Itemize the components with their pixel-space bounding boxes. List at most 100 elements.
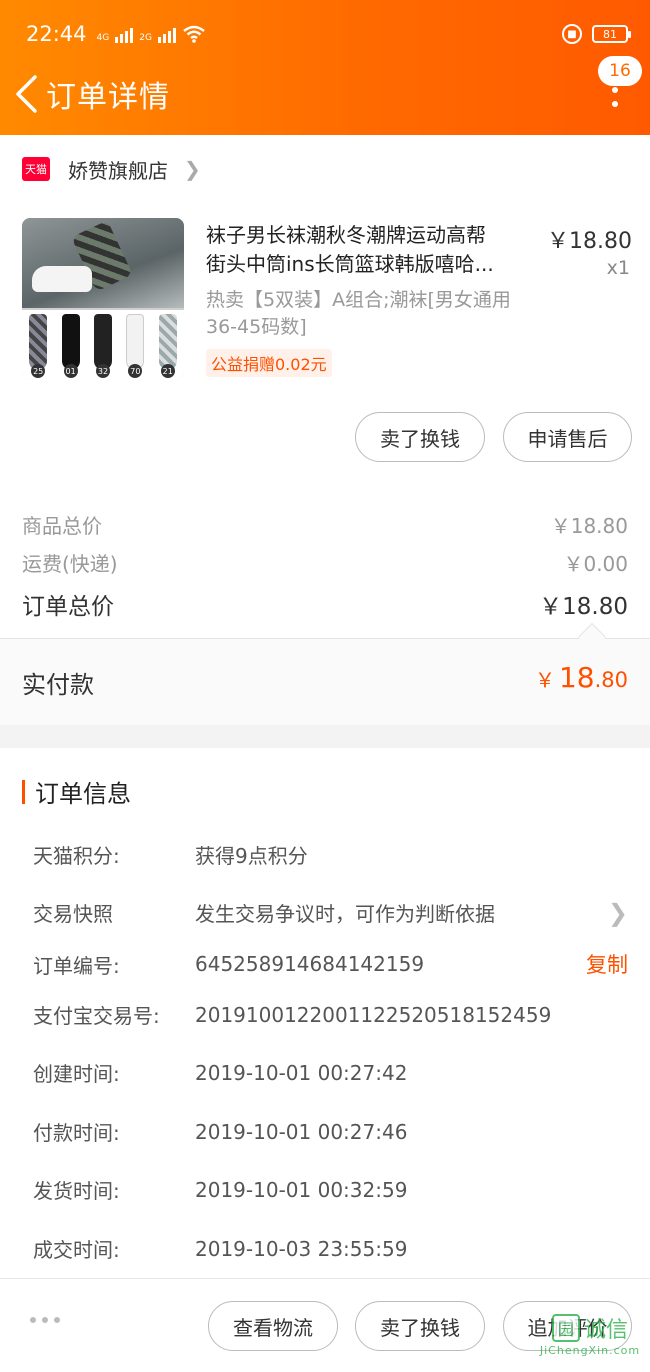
sock-number: 01: [63, 364, 78, 378]
info-row-paid: 付款时间: 2019-10-01 00:27:46: [33, 1117, 628, 1146]
info-value: 2019100122001122520518152459: [195, 1002, 552, 1027]
copy-button[interactable]: 复制: [586, 949, 628, 979]
tmall-icon: 天猫: [22, 157, 50, 181]
header: 22:44 4G 2G ■ 81 订单详情 16: [0, 0, 650, 135]
product-name-line1: 袜子男长袜潮秋冬潮牌运动高帮: [206, 223, 486, 247]
watermark-text: 诚信: [583, 1318, 628, 1343]
signal-icon: [115, 28, 134, 43]
product-name-line2: 街头中筒ins长筒篮球韩版嘻哈...: [206, 252, 494, 276]
sell-button-bottom[interactable]: 卖了换钱: [355, 1301, 485, 1351]
paid-currency: ￥: [534, 668, 555, 692]
order-card: 天猫 娇赞旗舰店 ❯ 25 01 32 70 21 袜子男长袜潮秋冬潮牌运动高帮…: [0, 135, 650, 725]
info-value: 获得9点积分: [195, 844, 308, 868]
info-row-alipay-number: 支付宝交易号: 2019100122001122520518152459: [33, 1000, 628, 1029]
info-value: 645258914684142159: [195, 952, 425, 976]
network-label-2: 2G: [139, 33, 152, 43]
info-value: 2019-10-01 00:27:42: [195, 1060, 408, 1085]
watermark-url: JiChengXin.com: [539, 1344, 641, 1357]
info-value: 2019-10-01 00:27:46: [195, 1119, 408, 1144]
network-label-1: 4G: [96, 33, 110, 43]
product-quantity: x1: [606, 257, 630, 279]
product-image[interactable]: 25 01 32 70 21: [22, 218, 184, 380]
back-button[interactable]: [4, 68, 48, 120]
status-time: 22:44: [26, 22, 87, 46]
signal-icons: 4G 2G: [97, 25, 206, 43]
info-value: 发生交易争议时，可作为判断依据: [195, 902, 495, 926]
dot: [42, 1317, 48, 1323]
watermark-logo-icon: 园: [551, 1314, 580, 1342]
info-key: 创建时间:: [33, 1062, 120, 1086]
sell-button[interactable]: 卖了换钱: [355, 412, 485, 462]
view-logistics-button[interactable]: 查看物流: [208, 1301, 338, 1351]
title-bar: 订单详情: [0, 68, 650, 120]
sock-thumb: [61, 314, 80, 370]
sock-thumb: [29, 314, 48, 370]
paid-row: 实付款 ￥ 18 .80: [0, 639, 650, 725]
order-info-title-text: 订单信息: [35, 780, 131, 808]
goods-total-row: 商品总价 ￥18.80: [22, 510, 628, 539]
paid-label: 实付款: [22, 671, 94, 699]
after-sale-button[interactable]: 申请售后: [503, 412, 632, 462]
charity-badge: 公益捐赠0.02元: [206, 349, 332, 377]
info-value: 2019-10-03 23:55:59: [195, 1236, 408, 1261]
watermark: 园 诚信 JiChengXin.com: [530, 1312, 650, 1372]
sock-number: 32: [95, 364, 110, 378]
status-bar: 22:44 4G 2G ■ 81: [26, 18, 631, 50]
info-key: 支付宝交易号:: [33, 1004, 160, 1028]
watermark-top: 园 诚信: [551, 1312, 628, 1344]
signal-icon-2: [157, 28, 176, 43]
lock-icon: ■: [562, 24, 582, 44]
sock-thumb: [126, 314, 145, 370]
more-dot: [612, 101, 618, 107]
shipping-value: ￥0.00: [563, 552, 628, 576]
info-row-snapshot[interactable]: 交易快照 发生交易争议时，可作为判断依据 ❯: [33, 898, 628, 927]
paid-decimal: .80: [594, 668, 628, 692]
sock-number: 21: [160, 364, 175, 378]
chevron-right-icon: ❯: [184, 157, 201, 181]
sock-number: 25: [31, 364, 46, 378]
order-total-row: 订单总价 ￥18.80: [22, 587, 628, 621]
battery-icon: 81: [592, 25, 631, 43]
info-key: 天猫积分:: [33, 844, 120, 868]
shop-row[interactable]: 天猫 娇赞旗舰店 ❯: [22, 153, 201, 185]
status-right: ■ 81: [562, 24, 631, 44]
info-key: 交易快照: [33, 902, 113, 926]
shipping-label: 运费(快递): [22, 552, 118, 576]
shop-name: 娇赞旗舰店: [68, 158, 168, 183]
page-title: 订单详情: [46, 80, 170, 115]
info-row-order-number: 订单编号: 645258914684142159 复制: [33, 949, 628, 979]
goods-total-label: 商品总价: [22, 514, 102, 538]
paid-amount: ￥ 18 .80: [535, 661, 628, 694]
order-total-value: ￥18.80: [539, 594, 628, 620]
info-row-created: 创建时间: 2019-10-01 00:27:42: [33, 1058, 628, 1087]
chevron-left-icon: [16, 75, 37, 113]
product-photo-shoe: [32, 266, 92, 292]
sock-number-row: 25 01 32 70 21: [22, 364, 184, 378]
product-name[interactable]: 袜子男长袜潮秋冬潮牌运动高帮 街头中筒ins长筒篮球韩版嘻哈...: [206, 221, 531, 279]
info-key: 成交时间:: [33, 1238, 120, 1262]
more-dot: [612, 87, 618, 93]
shipping-row: 运费(快递) ￥0.00: [22, 548, 628, 577]
order-info-title: 订单信息: [22, 774, 131, 809]
info-value: 2019-10-01 00:32:59: [195, 1177, 408, 1202]
product-price: ￥18.80: [547, 229, 632, 254]
sock-thumb: [93, 314, 112, 370]
order-total-label: 订单总价: [22, 594, 114, 620]
info-key: 发货时间:: [33, 1179, 120, 1203]
info-row-shipped: 发货时间: 2019-10-01 00:32:59: [33, 1175, 628, 1204]
info-row-points: 天猫积分: 获得9点积分: [33, 840, 628, 869]
dot: [54, 1317, 60, 1323]
chevron-right-icon: ❯: [607, 898, 628, 927]
product-sku: 热卖【5双装】A组合;潮袜[男女通用36-45码数]: [206, 289, 511, 338]
dot: [30, 1317, 36, 1323]
goods-total-value: ￥18.80: [550, 514, 628, 538]
order-info-section: 订单信息 天猫积分: 获得9点积分 交易快照 发生交易争议时，可作为判断依据 ❯…: [0, 748, 650, 1278]
paid-integer: 18: [558, 661, 595, 694]
info-key: 订单编号:: [33, 953, 120, 978]
info-row-completed: 成交时间: 2019-10-03 23:55:59: [33, 1234, 628, 1263]
title-accent-bar: [22, 779, 25, 804]
more-menu-button[interactable]: [600, 74, 630, 120]
wifi-icon: [183, 25, 205, 43]
sock-thumb: [158, 314, 177, 370]
more-actions-button[interactable]: [30, 1317, 60, 1323]
